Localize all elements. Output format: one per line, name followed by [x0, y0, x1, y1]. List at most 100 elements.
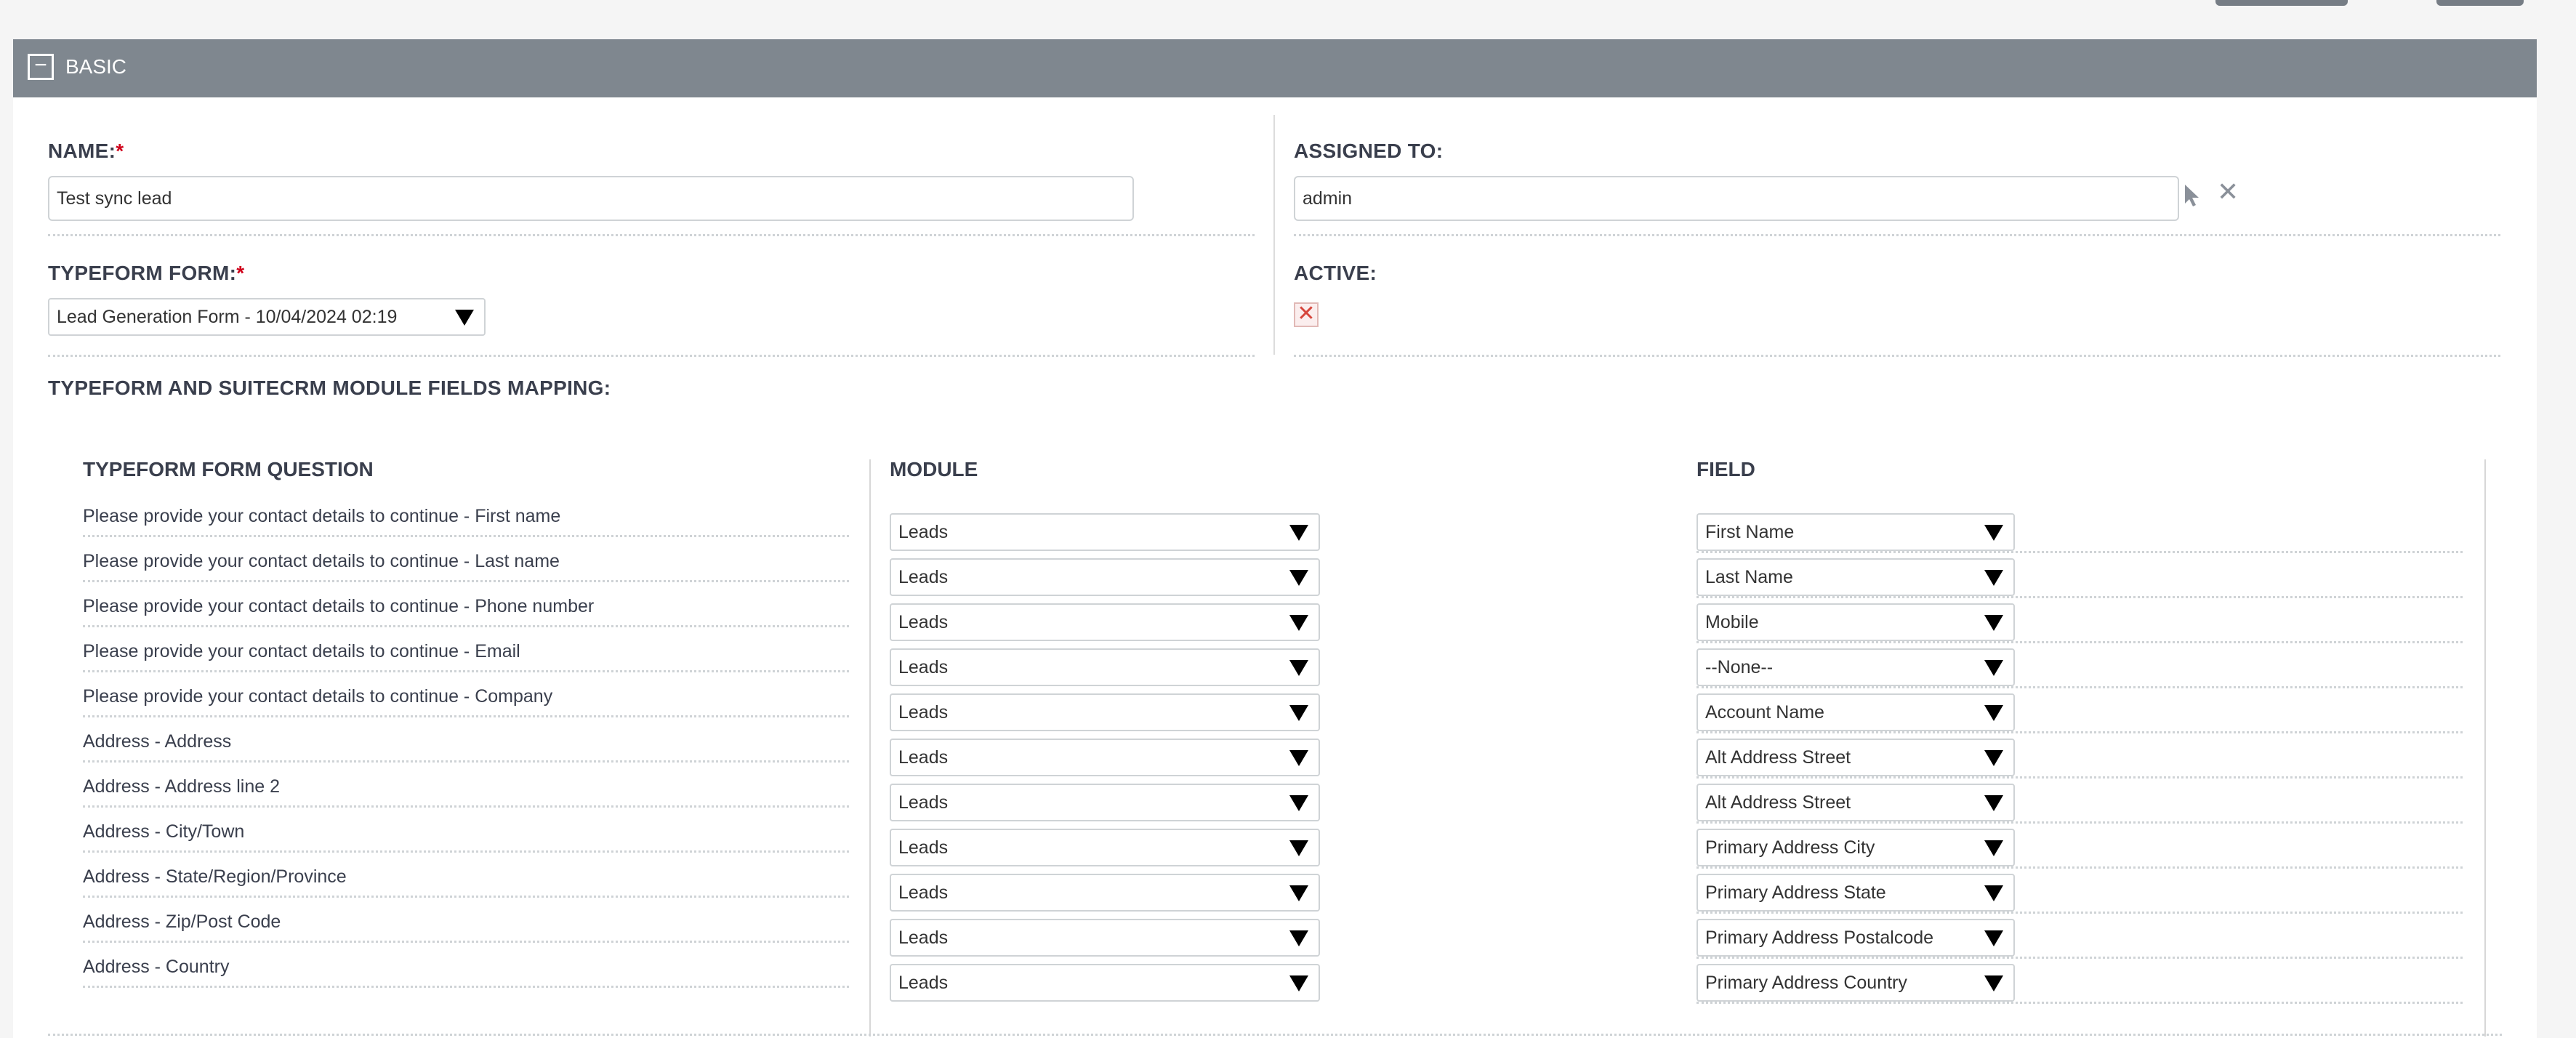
row-dotted-divider: [83, 715, 849, 717]
select-user-cursor-icon[interactable]: [2182, 183, 2202, 212]
dropdown-caret-icon: [1984, 660, 2003, 676]
dropdown-caret-icon: [1289, 930, 1308, 946]
row-dotted-divider: [1696, 686, 2463, 688]
question-text: Address - Address: [83, 731, 232, 752]
active-checkbox-cross-icon[interactable]: ✕: [1294, 302, 1319, 327]
row-dotted-divider: [83, 625, 849, 627]
module-select[interactable]: Leads: [890, 919, 1320, 957]
dropdown-caret-icon: [1984, 615, 2003, 631]
question-text: Address - Zip/Post Code: [83, 912, 281, 932]
row-dotted-divider: [1696, 821, 2463, 824]
dotted-divider: [48, 234, 1255, 236]
column-header-question: TYPEFORM FORM QUESTION: [83, 458, 374, 480]
dropdown-caret-icon: [455, 310, 474, 326]
row-dotted-divider: [1696, 866, 2463, 869]
field-value: Primary Address City: [1705, 837, 1875, 858]
row-dotted-divider: [83, 986, 849, 988]
column-header-module: MODULE: [890, 458, 978, 480]
field-select[interactable]: Primary Address City: [1696, 829, 2015, 866]
question-text: Address - Country: [83, 957, 230, 977]
question-text: Please provide your contact details to c…: [83, 596, 595, 616]
field-select[interactable]: Primary Address State: [1696, 874, 2015, 912]
module-select[interactable]: Leads: [890, 558, 1320, 596]
dropdown-caret-icon: [1289, 975, 1308, 991]
row-dotted-divider: [83, 760, 849, 763]
module-select[interactable]: Leads: [890, 784, 1320, 821]
typeform-form-select[interactable]: Lead Generation Form - 10/04/2024 02:19: [48, 298, 486, 336]
module-value: Leads: [898, 612, 949, 632]
field-select[interactable]: First Name: [1696, 513, 2015, 551]
assigned-to-label: ASSIGNED TO:: [1294, 140, 1444, 162]
row-dotted-divider: [83, 670, 849, 672]
row-dotted-divider: [83, 850, 849, 853]
dropdown-caret-icon: [1289, 570, 1308, 586]
module-value: Leads: [898, 882, 949, 903]
field-value: First Name: [1705, 522, 1795, 542]
field-select[interactable]: Last Name: [1696, 558, 2015, 596]
field-value: Last Name: [1705, 567, 1793, 587]
field-select[interactable]: Primary Address Postalcode: [1696, 919, 2015, 957]
top-action-button-2[interactable]: [2436, 0, 2524, 6]
typeform-form-label-text: TYPEFORM FORM:: [48, 262, 237, 284]
module-value: Leads: [898, 702, 949, 723]
field-value: Alt Address Street: [1705, 747, 1851, 768]
dropdown-caret-icon: [1984, 750, 2003, 766]
module-value: Leads: [898, 657, 949, 677]
row-dotted-divider: [83, 535, 849, 537]
module-select[interactable]: Leads: [890, 874, 1320, 912]
field-value: --None--: [1705, 657, 1774, 677]
field-value: Alt Address Street: [1705, 792, 1851, 813]
name-input[interactable]: [48, 176, 1134, 221]
top-action-button-1[interactable]: [2215, 0, 2348, 6]
typeform-form-value: Lead Generation Form - 10/04/2024 02:19: [57, 307, 398, 327]
assigned-to-input[interactable]: [1294, 176, 2179, 221]
clear-user-close-icon[interactable]: ✕: [2217, 179, 2239, 205]
active-label: ACTIVE:: [1294, 262, 1377, 284]
dropdown-caret-icon: [1984, 885, 2003, 901]
module-select[interactable]: Leads: [890, 513, 1320, 551]
module-value: Leads: [898, 747, 949, 768]
dropdown-caret-icon: [1289, 795, 1308, 811]
field-value: Primary Address State: [1705, 882, 1886, 903]
module-value: Leads: [898, 928, 949, 948]
name-label-text: NAME:: [48, 140, 116, 162]
question-text: Address - Address line 2: [83, 776, 280, 797]
mapping-column-divider: [869, 459, 871, 1037]
dotted-divider: [48, 355, 1255, 357]
dotted-divider: [1294, 355, 2500, 357]
module-select[interactable]: Leads: [890, 693, 1320, 731]
dropdown-caret-icon: [1289, 660, 1308, 676]
module-select[interactable]: Leads: [890, 603, 1320, 641]
field-select[interactable]: Primary Address Country: [1696, 964, 2015, 1002]
dropdown-caret-icon: [1289, 840, 1308, 856]
module-select[interactable]: Leads: [890, 739, 1320, 776]
module-select[interactable]: Leads: [890, 829, 1320, 866]
name-label: NAME:*: [48, 140, 124, 163]
dropdown-caret-icon: [1984, 570, 2003, 586]
module-select[interactable]: Leads: [890, 964, 1320, 1002]
column-header-field: FIELD: [1696, 458, 1755, 480]
row-dotted-divider: [1696, 912, 2463, 914]
field-value: Primary Address Country: [1705, 973, 1907, 993]
module-value: Leads: [898, 837, 949, 858]
row-dotted-divider: [1696, 551, 2463, 553]
row-dotted-divider: [1696, 596, 2463, 598]
question-text: Please provide your contact details to c…: [83, 506, 561, 526]
module-select[interactable]: Leads: [890, 648, 1320, 686]
field-select[interactable]: Alt Address Street: [1696, 784, 2015, 821]
question-text: Address - City/Town: [83, 821, 245, 842]
row-dotted-divider: [1696, 776, 2463, 778]
field-value: Account Name: [1705, 702, 1824, 723]
question-text: Please provide your contact details to c…: [83, 551, 560, 571]
dropdown-caret-icon: [1984, 705, 2003, 721]
field-select[interactable]: Alt Address Street: [1696, 739, 2015, 776]
field-select[interactable]: Mobile: [1696, 603, 2015, 641]
field-select[interactable]: Account Name: [1696, 693, 2015, 731]
collapse-minus-icon[interactable]: −: [28, 54, 54, 80]
field-select[interactable]: --None--: [1696, 648, 2015, 686]
required-mark: *: [236, 262, 245, 284]
row-dotted-divider: [1696, 731, 2463, 733]
panel-header[interactable]: − BASIC: [13, 39, 2537, 97]
mapping-table-right-border: [2484, 459, 2486, 1037]
dropdown-caret-icon: [1289, 705, 1308, 721]
